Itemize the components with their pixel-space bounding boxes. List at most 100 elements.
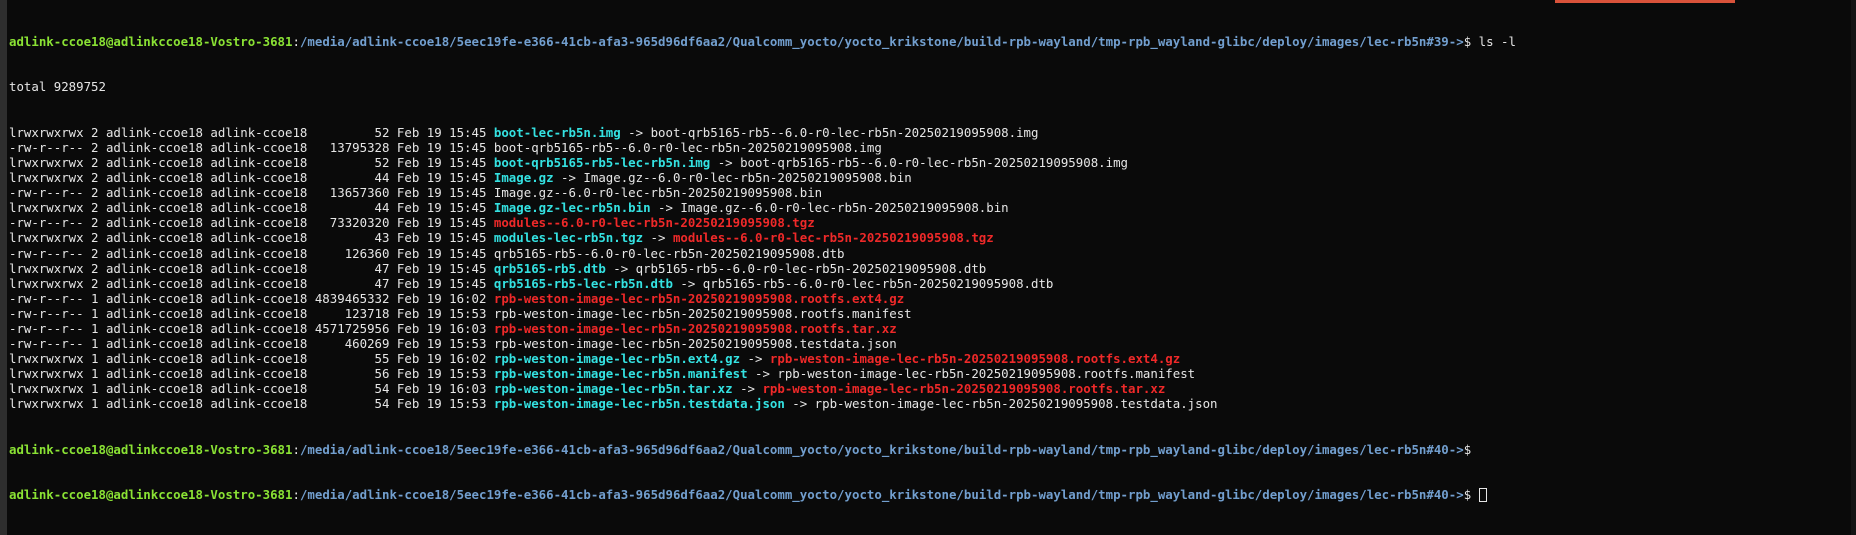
listing-row: -rw-r--r-- 1 adlink-ccoe18 adlink-ccoe18… <box>9 291 1849 306</box>
symlink-arrow: -> <box>650 200 681 216</box>
prompt-history: #40-> <box>1426 487 1464 502</box>
listing-row: -rw-r--r-- 1 adlink-ccoe18 adlink-ccoe18… <box>9 336 1849 351</box>
symlink-target: qrb5165-rb5--6.0-r0-lec-rb5n-20250219095… <box>702 275 1054 291</box>
symlink-arrow: -> <box>784 396 815 412</box>
symlink-arrow: -> <box>710 154 741 170</box>
file-metadata: -rw-r--r-- 2 adlink-ccoe18 adlink-ccoe18… <box>9 245 494 261</box>
file-metadata: lrwxrwxrwx 2 adlink-ccoe18 adlink-ccoe18… <box>9 170 494 186</box>
prompt-history: #39-> <box>1426 34 1464 50</box>
symlink-target: rpb-weston-image-lec-rb5n-20250219095908… <box>814 396 1218 412</box>
listing-row: -rw-r--r-- 2 adlink-ccoe18 adlink-ccoe18… <box>9 140 1849 155</box>
file-name: Image.gz-lec-rb5n.bin <box>493 200 651 216</box>
file-name: modules--6.0-r0-lec-rb5n-20250219095908.… <box>493 215 815 231</box>
file-name: boot-qrb5165-rb5-lec-rb5n.img <box>493 154 711 170</box>
symlink-target: boot-qrb5165-rb5--6.0-r0-lec-rb5n-202502… <box>740 154 1128 170</box>
listing-row: -rw-r--r-- 2 adlink-ccoe18 adlink-ccoe18… <box>9 215 1849 230</box>
symlink-arrow: -> <box>620 124 651 140</box>
listing-row: -rw-r--r-- 2 adlink-ccoe18 adlink-ccoe18… <box>9 246 1849 261</box>
prompt-command: $ ls -l <box>1463 34 1516 50</box>
prompt-path: /media/adlink-ccoe18/5eec19fe-e366-41cb-… <box>299 34 1427 50</box>
symlink-target: Image.gz--6.0-r0-lec-rb5n-20250219095908… <box>583 170 912 186</box>
symlink-arrow: -> <box>643 230 673 246</box>
file-name: qrb5165-rb5--6.0-r0-lec-rb5n-20250219095… <box>493 245 845 261</box>
symlink-target: boot-qrb5165-rb5--6.0-r0-lec-rb5n-202502… <box>650 124 1039 140</box>
listing-row: lrwxrwxrwx 1 adlink-ccoe18 adlink-ccoe18… <box>9 396 1849 411</box>
listing-row: lrwxrwxrwx 2 adlink-ccoe18 adlink-ccoe18… <box>9 261 1849 276</box>
active-prompt-line[interactable]: adlink-ccoe18@adlinkccoe18-Vostro-3681:/… <box>9 487 1849 502</box>
file-name: rpb-weston-image-lec-rb5n-20250219095908… <box>493 305 912 321</box>
prompt-line: adlink-ccoe18@adlinkccoe18-Vostro-3681:/… <box>9 442 1849 457</box>
file-name: qrb5165-rb5-lec-rb5n.dtb <box>493 275 673 291</box>
file-name: rpb-weston-image-lec-rb5n.manifest <box>493 366 748 382</box>
scrollbar[interactable] <box>1851 0 1856 535</box>
file-metadata: -rw-r--r-- 2 adlink-ccoe18 adlink-ccoe18… <box>9 185 494 201</box>
prompt-path: /media/adlink-ccoe18/5eec19fe-e366-41cb-… <box>299 487 1427 502</box>
file-name: rpb-weston-image-lec-rb5n-20250219095908… <box>493 336 897 352</box>
listing-row: lrwxrwxrwx 1 adlink-ccoe18 adlink-ccoe18… <box>9 366 1849 381</box>
file-metadata: lrwxrwxrwx 2 adlink-ccoe18 adlink-ccoe18… <box>9 230 494 246</box>
prompt-separator: : <box>292 34 300 50</box>
file-name: Image.gz <box>493 170 554 186</box>
symlink-target: Image.gz--6.0-r0-lec-rb5n-20250219095908… <box>680 200 1009 216</box>
prompt-user-host: adlink-ccoe18@adlinkccoe18-Vostro-3681 <box>9 34 293 50</box>
file-metadata: -rw-r--r-- 1 adlink-ccoe18 adlink-ccoe18… <box>9 320 494 336</box>
listing-row: -rw-r--r-- 1 adlink-ccoe18 adlink-ccoe18… <box>9 321 1849 336</box>
file-name: qrb5165-rb5.dtb <box>493 260 606 276</box>
listing-row: -rw-r--r-- 1 adlink-ccoe18 adlink-ccoe18… <box>9 306 1849 321</box>
listing-row: lrwxrwxrwx 2 adlink-ccoe18 adlink-ccoe18… <box>9 200 1849 215</box>
file-name: rpb-weston-image-lec-rb5n-20250219095908… <box>493 290 905 306</box>
total-line: total 9289752 <box>9 79 106 95</box>
prompt-path: /media/adlink-ccoe18/5eec19fe-e366-41cb-… <box>299 441 1427 457</box>
prompt-dollar: $ <box>1463 441 1472 457</box>
symlink-arrow: -> <box>553 170 584 186</box>
file-listing: lrwxrwxrwx 2 adlink-ccoe18 adlink-ccoe18… <box>9 125 1849 412</box>
file-metadata: lrwxrwxrwx 2 adlink-ccoe18 adlink-ccoe18… <box>9 124 494 140</box>
listing-row: lrwxrwxrwx 2 adlink-ccoe18 adlink-ccoe18… <box>9 125 1849 140</box>
window-accent-bar <box>1555 0 1735 3</box>
file-metadata: lrwxrwxrwx 2 adlink-ccoe18 adlink-ccoe18… <box>9 275 494 291</box>
text-cursor[interactable] <box>1478 488 1487 502</box>
listing-row: lrwxrwxrwx 2 adlink-ccoe18 adlink-ccoe18… <box>9 155 1849 170</box>
file-metadata: lrwxrwxrwx 1 adlink-ccoe18 adlink-ccoe18… <box>9 396 494 412</box>
file-metadata: lrwxrwxrwx 1 adlink-ccoe18 adlink-ccoe18… <box>9 351 494 367</box>
symlink-target: qrb5165-rb5--6.0-r0-lec-rb5n-20250219095… <box>635 260 987 276</box>
symlink-target: rpb-weston-image-lec-rb5n-20250219095908… <box>762 381 1166 397</box>
listing-row: lrwxrwxrwx 2 adlink-ccoe18 adlink-ccoe18… <box>9 276 1849 291</box>
symlink-arrow: -> <box>732 381 763 397</box>
listing-row: lrwxrwxrwx 1 adlink-ccoe18 adlink-ccoe18… <box>9 381 1849 396</box>
terminal-left-border <box>0 0 7 535</box>
file-name: modules-lec-rb5n.tgz <box>493 230 644 246</box>
symlink-target: rpb-weston-image-lec-rb5n-20250219095908… <box>769 351 1181 367</box>
command-line: adlink-ccoe18@adlinkccoe18-Vostro-3681:/… <box>9 34 1849 49</box>
symlink-arrow: -> <box>747 366 778 382</box>
file-metadata: lrwxrwxrwx 1 adlink-ccoe18 adlink-ccoe18… <box>9 366 494 382</box>
symlink-target: rpb-weston-image-lec-rb5n-20250219095908… <box>777 366 1196 382</box>
symlink-target: modules--6.0-r0-lec-rb5n-20250219095908.… <box>672 230 994 246</box>
prompt-separator: : <box>292 487 300 502</box>
listing-row: lrwxrwxrwx 2 adlink-ccoe18 adlink-ccoe18… <box>9 230 1849 245</box>
file-metadata: -rw-r--r-- 2 adlink-ccoe18 adlink-ccoe18… <box>9 215 494 231</box>
file-name: rpb-weston-image-lec-rb5n.tar.xz <box>493 381 733 397</box>
file-metadata: -rw-r--r-- 2 adlink-ccoe18 adlink-ccoe18… <box>9 139 494 155</box>
file-metadata: lrwxrwxrwx 2 adlink-ccoe18 adlink-ccoe18… <box>9 200 494 216</box>
symlink-arrow: -> <box>672 275 703 291</box>
terminal-output[interactable]: adlink-ccoe18@adlinkccoe18-Vostro-3681:/… <box>9 4 1849 532</box>
file-metadata: lrwxrwxrwx 1 adlink-ccoe18 adlink-ccoe18… <box>9 381 494 397</box>
file-name: Image.gz--6.0-r0-lec-rb5n-20250219095908… <box>493 185 823 201</box>
file-name: boot-lec-rb5n.img <box>493 124 621 140</box>
file-metadata: -rw-r--r-- 1 adlink-ccoe18 adlink-ccoe18… <box>9 305 494 321</box>
terminal-window[interactable]: adlink-ccoe18@adlinkccoe18-Vostro-3681:/… <box>0 0 1856 535</box>
listing-row: lrwxrwxrwx 1 adlink-ccoe18 adlink-ccoe18… <box>9 351 1849 366</box>
prompt-separator: : <box>292 441 300 457</box>
file-metadata: -rw-r--r-- 1 adlink-ccoe18 adlink-ccoe18… <box>9 336 494 352</box>
symlink-arrow: -> <box>740 351 770 367</box>
listing-row: -rw-r--r-- 2 adlink-ccoe18 adlink-ccoe18… <box>9 185 1849 200</box>
prompt-user-host: adlink-ccoe18@adlinkccoe18-Vostro-3681 <box>9 487 293 502</box>
symlink-arrow: -> <box>605 260 636 276</box>
file-metadata: -rw-r--r-- 1 adlink-ccoe18 adlink-ccoe18… <box>9 290 494 306</box>
file-name: rpb-weston-image-lec-rb5n.testdata.json <box>493 396 785 412</box>
file-name: rpb-weston-image-lec-rb5n-20250219095908… <box>493 320 897 336</box>
prompt-history: #40-> <box>1426 441 1464 457</box>
file-metadata: lrwxrwxrwx 2 adlink-ccoe18 adlink-ccoe18… <box>9 260 494 276</box>
file-name: boot-qrb5165-rb5--6.0-r0-lec-rb5n-202502… <box>493 139 882 155</box>
